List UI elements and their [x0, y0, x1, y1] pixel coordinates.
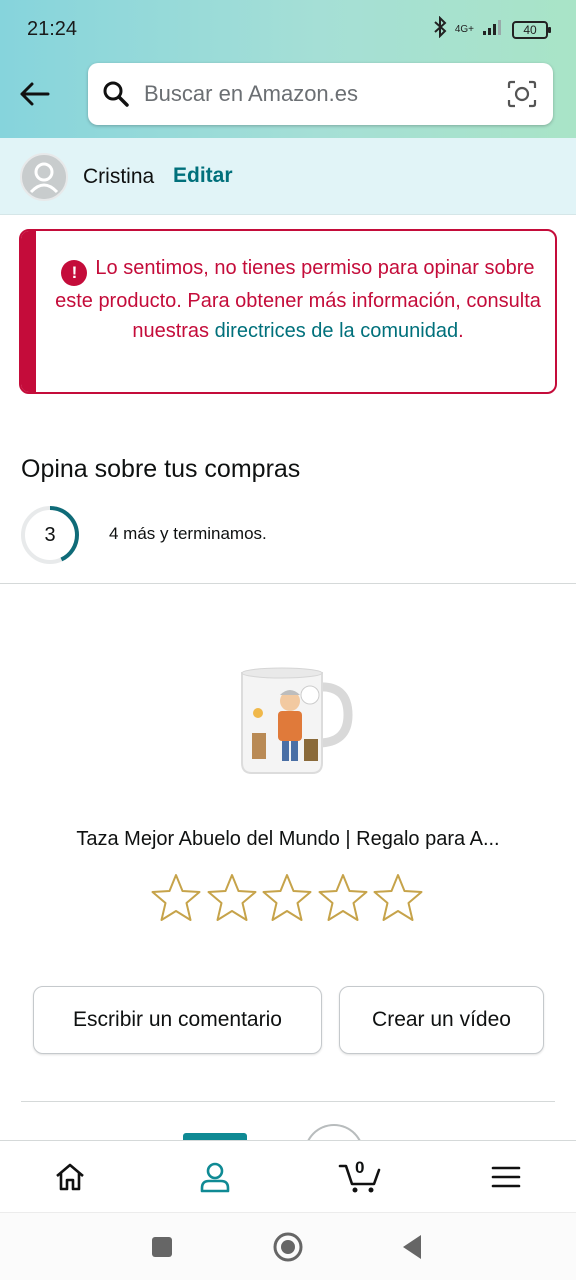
user-avatar-icon: [22, 155, 66, 199]
search-icon[interactable]: [102, 80, 130, 113]
product-image[interactable]: [232, 655, 356, 779]
home-system-button[interactable]: [272, 1231, 304, 1263]
divider: [21, 1101, 555, 1102]
header: 21:24 4G+ 40: [0, 0, 576, 138]
network-indicator: 4G+: [454, 23, 474, 35]
battery-icon: 40: [512, 20, 551, 39]
user-bar: Cristina Editar: [0, 138, 576, 215]
back-button[interactable]: [14, 76, 54, 112]
divider: [0, 583, 576, 584]
star-2-icon[interactable]: [206, 872, 258, 924]
alert-icon: !: [61, 260, 88, 286]
user-name: Cristina: [83, 165, 155, 188]
star-1-icon[interactable]: [150, 872, 202, 924]
mug-image: [241, 667, 353, 774]
create-video-button[interactable]: Crear un vídeo: [339, 986, 544, 1054]
home-icon: [56, 1163, 84, 1191]
signal-icon: [482, 18, 504, 41]
product-title[interactable]: Taza Mejor Abuelo del Mundo | Regalo par…: [30, 828, 546, 851]
triangle-back-icon: [403, 1235, 421, 1259]
alert-accent-bar: [21, 231, 36, 392]
write-review-button[interactable]: Escribir un comentario: [33, 986, 322, 1054]
nav-home[interactable]: [20, 1141, 120, 1213]
user-icon: [200, 1162, 230, 1193]
system-nav-bar: [0, 1212, 576, 1280]
section-title: Opina sobre tus compras: [21, 455, 301, 483]
edit-profile-link[interactable]: Editar: [173, 164, 233, 188]
hamburger-menu-icon: [491, 1166, 521, 1188]
community-guidelines-link[interactable]: directrices de la comunidad: [215, 320, 458, 342]
star-4-icon[interactable]: [317, 872, 369, 924]
search-bar[interactable]: [88, 63, 553, 125]
bottom-nav: 0: [0, 1133, 576, 1213]
circle-icon: [273, 1232, 303, 1262]
active-tab-indicator: [183, 1133, 247, 1140]
square-icon: [152, 1237, 172, 1257]
status-time: 21:24: [27, 18, 78, 40]
camera-search-icon[interactable]: [507, 80, 537, 113]
star-5-icon[interactable]: [372, 872, 424, 924]
star-rating: [150, 872, 424, 924]
search-input[interactable]: [144, 75, 494, 113]
nav-cart[interactable]: 0: [310, 1141, 410, 1213]
error-alert: ! Lo sentimos, no tienes permiso para opi…: [19, 229, 557, 394]
status-icons: 4G+ 40: [433, 15, 551, 43]
progress-text: 4 más y terminamos.: [109, 524, 267, 543]
avatar[interactable]: [20, 153, 68, 201]
alert-message: ! Lo sentimos, no tienes permiso para opi…: [55, 253, 541, 346]
star-3-icon[interactable]: [261, 872, 313, 924]
recent-apps-button[interactable]: [146, 1231, 178, 1263]
arrow-left-icon: [20, 82, 50, 106]
cart-count: 0: [355, 1158, 365, 1177]
nav-account[interactable]: [165, 1133, 265, 1213]
progress-count: 3: [44, 524, 56, 546]
bluetooth-icon: [433, 15, 447, 43]
back-system-button[interactable]: [396, 1231, 428, 1263]
nav-menu[interactable]: [456, 1141, 556, 1213]
status-bar: 21:24 4G+ 40: [0, 0, 576, 58]
alert-tail: .: [458, 320, 464, 342]
